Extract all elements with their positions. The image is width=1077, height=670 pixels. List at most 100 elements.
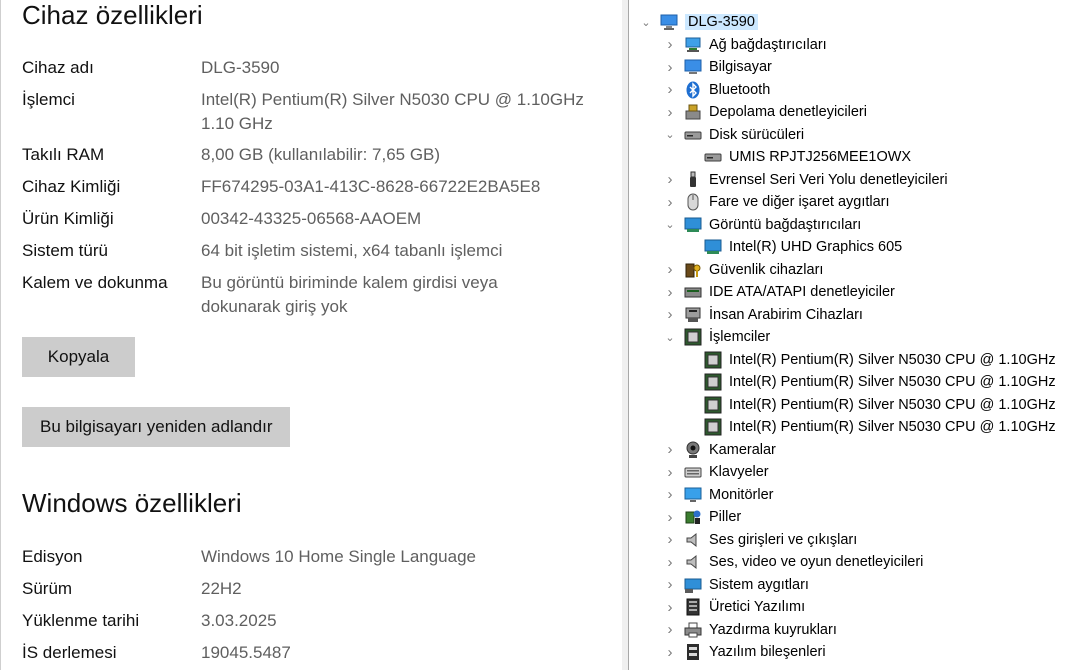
tree-category[interactable]: › Yazılım bileşenleri bbox=[663, 641, 826, 663]
chevron-right-icon[interactable]: › bbox=[663, 304, 677, 326]
tree-category[interactable]: › IDE ATA/ATAPI denetleyiciler bbox=[663, 281, 895, 303]
tree-label: Ses girişleri ve çıkışları bbox=[709, 531, 858, 548]
tree-label: IDE ATA/ATAPI denetleyiciler bbox=[709, 284, 895, 300]
tree-category[interactable]: › Ağ bağdaştırıcıları bbox=[663, 34, 827, 56]
tree-label: Klavyeler bbox=[709, 464, 769, 480]
windows-specs-title: Windows özellikleri bbox=[22, 488, 242, 518]
chevron-right-icon[interactable]: › bbox=[663, 596, 677, 618]
hid-icon bbox=[683, 305, 703, 325]
tree-category[interactable]: ⌄ İşlemciler bbox=[663, 326, 770, 348]
chevron-right-icon[interactable]: › bbox=[663, 34, 677, 56]
tree-label: Güvenlik cihazları bbox=[709, 261, 824, 278]
spec-label: Takılı RAM bbox=[22, 145, 105, 164]
computer-icon bbox=[683, 57, 703, 77]
firmware-icon bbox=[683, 597, 703, 617]
tree-label: İşlemciler bbox=[709, 329, 771, 345]
tree-device[interactable]: UMIS RPJTJ256MEE1OWX bbox=[687, 146, 911, 168]
monitor-icon bbox=[683, 485, 703, 505]
tree-device[interactable]: Intel(R) Pentium(R) Silver N5030 CPU @ 1… bbox=[687, 349, 1056, 371]
chevron-right-icon[interactable]: › bbox=[663, 574, 677, 596]
tree-device[interactable]: Intel(R) Pentium(R) Silver N5030 CPU @ 1… bbox=[687, 371, 1056, 393]
chevron-right-icon[interactable]: › bbox=[663, 56, 677, 78]
tree-device[interactable]: Intel(R) UHD Graphics 605 bbox=[687, 236, 902, 258]
spec-value: 64 bit işletim sistemi, x64 tabanlı işle… bbox=[201, 241, 503, 260]
tree-label: Disk sürücüleri bbox=[709, 126, 805, 143]
mouse-icon bbox=[683, 192, 703, 212]
tree-category[interactable]: › Bluetooth bbox=[663, 79, 770, 101]
tree-root[interactable]: ⌄ DLG-3590 bbox=[639, 11, 758, 33]
chevron-right-icon[interactable]: › bbox=[663, 281, 677, 303]
chevron-right-icon[interactable]: › bbox=[663, 101, 677, 123]
tree-device[interactable]: Intel(R) Pentium(R) Silver N5030 CPU @ 1… bbox=[687, 416, 1056, 438]
tree-category[interactable]: › Sistem aygıtları bbox=[663, 574, 809, 596]
chevron-right-icon[interactable]: › bbox=[663, 439, 677, 461]
spec-label: İS derlemesi bbox=[22, 643, 117, 662]
spec-value: 22H2 bbox=[201, 579, 242, 598]
tree-label: Intel(R) Pentium(R) Silver N5030 CPU @ 1… bbox=[729, 419, 1056, 435]
chevron-right-icon[interactable]: › bbox=[663, 551, 677, 573]
speaker-icon bbox=[683, 552, 703, 572]
chevron-right-icon[interactable]: › bbox=[663, 191, 677, 213]
disk-drive-icon bbox=[703, 147, 723, 167]
usb-icon bbox=[683, 170, 703, 190]
spec-label: Kalem ve dokunma bbox=[22, 273, 168, 292]
tree-label: Ses, video ve oyun denetleyicileri bbox=[709, 554, 924, 570]
speaker-icon bbox=[683, 530, 703, 550]
tree-category[interactable]: › Piller bbox=[663, 506, 742, 528]
tree-category[interactable]: › Fare ve diğer işaret aygıtları bbox=[663, 191, 890, 213]
spec-label: Yüklenme tarihi bbox=[22, 611, 140, 630]
tree-label: Sistem aygıtları bbox=[709, 576, 809, 593]
chevron-right-icon[interactable]: › bbox=[663, 641, 677, 663]
processor-icon bbox=[683, 327, 703, 347]
spec-value: FF674295-03A1-413C-8628-66722E2BA5E8 bbox=[201, 177, 541, 196]
tree-category[interactable]: › Yazdırma kuyrukları bbox=[663, 619, 837, 641]
rename-pc-button[interactable]: Bu bilgisayarı yeniden adlandır bbox=[22, 407, 291, 447]
tree-category[interactable]: › Evrensel Seri Veri Yolu denetleyicileri bbox=[663, 169, 948, 191]
chevron-right-icon[interactable]: › bbox=[663, 484, 677, 506]
tree-label: Intel(R) Pentium(R) Silver N5030 CPU @ 1… bbox=[729, 396, 1056, 413]
tree-label: Ağ bağdaştırıcıları bbox=[709, 36, 827, 53]
tree-label: Yazdırma kuyrukları bbox=[709, 621, 837, 638]
chevron-down-icon[interactable]: ⌄ bbox=[663, 326, 677, 348]
tree-category[interactable]: › Depolama denetleyicileri bbox=[663, 101, 867, 123]
tree-category[interactable]: › Ses girişleri ve çıkışları bbox=[663, 529, 858, 551]
tree-category[interactable]: › Üretici Yazılımı bbox=[663, 596, 805, 618]
device-manager-tree: ⌄ DLG-3590 › Ağ bağdaştırıcıları › Bilgisay… bbox=[629, 0, 1077, 670]
tree-label: Depolama denetleyicileri bbox=[709, 104, 867, 120]
chevron-right-icon[interactable]: › bbox=[663, 169, 677, 191]
chevron-right-icon[interactable]: › bbox=[663, 619, 677, 641]
tree-category[interactable]: › Kameralar bbox=[663, 439, 776, 461]
processor-icon bbox=[703, 417, 723, 437]
chevron-right-icon[interactable]: › bbox=[663, 506, 677, 528]
tree-device[interactable]: Intel(R) Pentium(R) Silver N5030 CPU @ 1… bbox=[687, 394, 1056, 416]
chevron-down-icon[interactable]: ⌄ bbox=[663, 214, 677, 236]
tree-category[interactable]: › İnsan Arabirim Cihazları bbox=[663, 304, 863, 326]
spec-value: Bu görüntü biriminde kalem girdisi veya bbox=[201, 273, 498, 292]
chevron-down-icon[interactable]: ⌄ bbox=[639, 11, 653, 33]
processor-icon bbox=[703, 350, 723, 370]
tree-category[interactable]: › Klavyeler bbox=[663, 461, 769, 483]
copy-button[interactable]: Kopyala bbox=[22, 337, 135, 377]
tree-category[interactable]: › Bilgisayar bbox=[663, 56, 772, 78]
tree-category[interactable]: ⌄ Disk sürücüleri bbox=[663, 124, 804, 146]
tree-category[interactable]: ⌄ Görüntü bağdaştırıcıları bbox=[663, 214, 861, 236]
keyboard-icon bbox=[683, 462, 703, 482]
tree-category[interactable]: › Ses, video ve oyun denetleyicileri bbox=[663, 551, 924, 573]
system-device-icon bbox=[683, 575, 703, 595]
tree-category[interactable]: › Monitörler bbox=[663, 484, 774, 506]
display-adapter-icon bbox=[703, 237, 723, 257]
chevron-right-icon[interactable]: › bbox=[663, 529, 677, 551]
tree-category[interactable]: › Güvenlik cihazları bbox=[663, 259, 824, 281]
tree-label: Piller bbox=[709, 509, 742, 525]
chevron-right-icon[interactable]: › bbox=[663, 259, 677, 281]
chevron-down-icon[interactable]: ⌄ bbox=[663, 124, 677, 146]
software-component-icon bbox=[683, 642, 703, 662]
spec-label: Edisyon bbox=[22, 547, 83, 566]
chevron-right-icon[interactable]: › bbox=[663, 461, 677, 483]
spec-label: Ürün Kimliği bbox=[22, 209, 114, 228]
camera-icon bbox=[683, 440, 703, 460]
disk-drive-icon bbox=[683, 125, 703, 145]
chevron-right-icon[interactable]: › bbox=[663, 79, 677, 101]
system-about-panel: Cihaz özellikleri Cihaz adı DLG-3590 İşl… bbox=[0, 0, 623, 670]
tree-label: Bilgisayar bbox=[709, 59, 772, 75]
